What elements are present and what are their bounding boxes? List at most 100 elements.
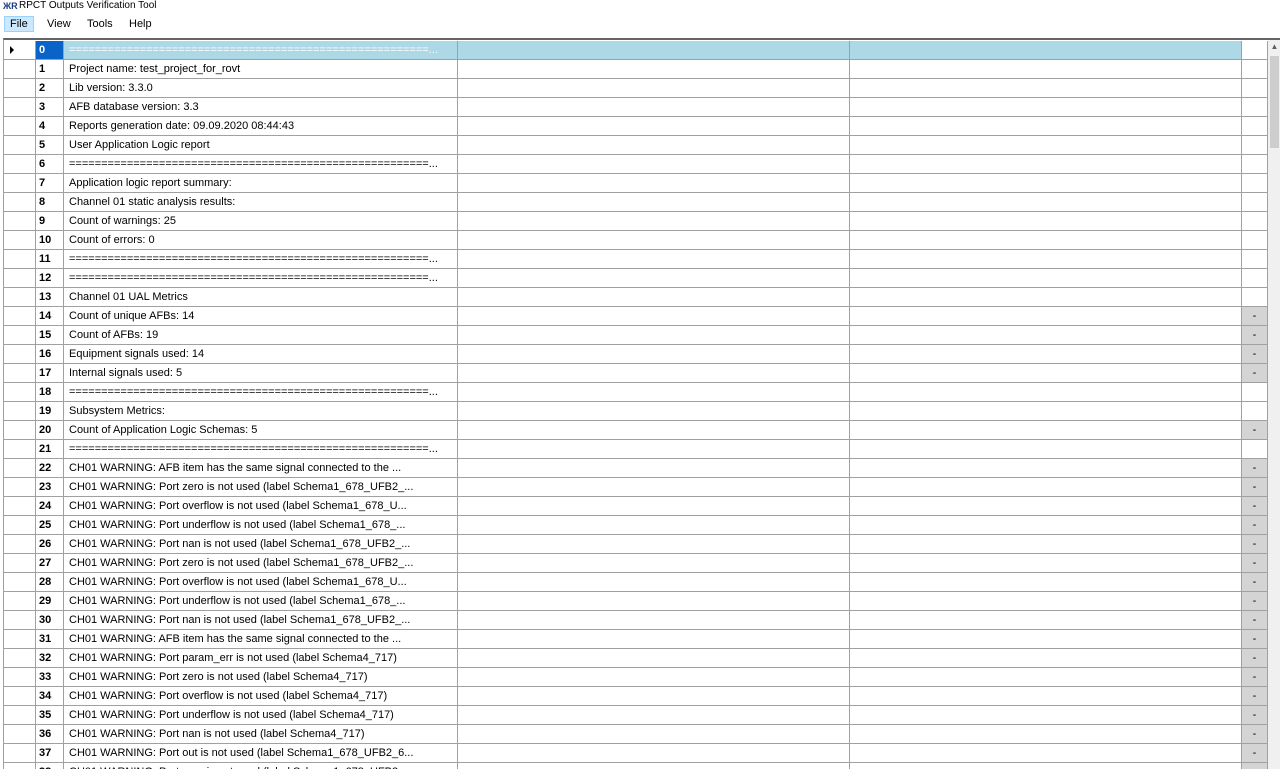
table-row[interactable]: 2 Lib version: 3.3.0: [4, 79, 1268, 98]
row-empty-cell[interactable]: [850, 307, 1242, 325]
row-empty-cell[interactable]: [458, 763, 850, 769]
row-action-cell[interactable]: -: [1242, 763, 1268, 769]
row-action-cell[interactable]: -: [1242, 421, 1268, 439]
row-empty-cell[interactable]: [458, 478, 850, 496]
row-index-cell[interactable]: 13: [36, 288, 64, 306]
row-action-cell[interactable]: [1242, 41, 1268, 59]
row-empty-cell[interactable]: [458, 174, 850, 192]
row-text-cell[interactable]: CH01 WARNING: Port underflow is not used…: [64, 592, 458, 610]
row-empty-cell[interactable]: [850, 668, 1242, 686]
row-action-cell[interactable]: -: [1242, 573, 1268, 591]
row-text-cell[interactable]: Count of AFBs: 19: [64, 326, 458, 344]
menu-file[interactable]: File: [4, 16, 34, 32]
table-row[interactable]: 19 Subsystem Metrics:: [4, 402, 1268, 421]
row-empty-cell[interactable]: [850, 364, 1242, 382]
table-row[interactable]: 27 CH01 WARNING: Port zero is not used (l…: [4, 554, 1268, 573]
table-row[interactable]: 3 AFB database version: 3.3: [4, 98, 1268, 117]
row-text-cell[interactable]: CH01 WARNING: Port param_err is not used…: [64, 649, 458, 667]
row-empty-cell[interactable]: [850, 155, 1242, 173]
row-empty-cell[interactable]: [458, 554, 850, 572]
row-empty-cell[interactable]: [458, 155, 850, 173]
row-header[interactable]: [4, 687, 36, 705]
row-empty-cell[interactable]: [458, 535, 850, 553]
row-empty-cell[interactable]: [850, 193, 1242, 211]
row-header[interactable]: [4, 611, 36, 629]
row-index-cell[interactable]: 4: [36, 117, 64, 135]
row-index-cell[interactable]: 8: [36, 193, 64, 211]
row-action-cell[interactable]: [1242, 269, 1268, 287]
row-action-cell[interactable]: -: [1242, 611, 1268, 629]
row-action-cell[interactable]: [1242, 79, 1268, 97]
row-empty-cell[interactable]: [850, 212, 1242, 230]
row-text-cell[interactable]: Subsystem Metrics:: [64, 402, 458, 420]
row-text-cell[interactable]: CH01 WARNING: Port zero is not used (lab…: [64, 554, 458, 572]
row-empty-cell[interactable]: [458, 516, 850, 534]
row-action-cell[interactable]: [1242, 193, 1268, 211]
row-header[interactable]: [4, 706, 36, 724]
row-action-cell[interactable]: -: [1242, 345, 1268, 363]
row-header[interactable]: [4, 174, 36, 192]
row-empty-cell[interactable]: [458, 592, 850, 610]
row-index-cell[interactable]: 25: [36, 516, 64, 534]
row-header[interactable]: [4, 250, 36, 268]
row-empty-cell[interactable]: [850, 383, 1242, 401]
row-action-cell[interactable]: [1242, 98, 1268, 116]
row-empty-cell[interactable]: [458, 326, 850, 344]
row-empty-cell[interactable]: [458, 117, 850, 135]
row-header[interactable]: [4, 763, 36, 769]
row-action-cell[interactable]: -: [1242, 706, 1268, 724]
row-empty-cell[interactable]: [458, 307, 850, 325]
row-action-cell[interactable]: [1242, 174, 1268, 192]
row-empty-cell[interactable]: [458, 687, 850, 705]
row-text-cell[interactable]: CH01 WARNING: Port underflow is not used…: [64, 706, 458, 724]
row-text-cell[interactable]: CH01 WARNING: Port overflow is not used …: [64, 687, 458, 705]
row-empty-cell[interactable]: [458, 136, 850, 154]
row-action-cell[interactable]: -: [1242, 459, 1268, 477]
row-header[interactable]: [4, 630, 36, 648]
row-header[interactable]: [4, 60, 36, 78]
row-index-cell[interactable]: 24: [36, 497, 64, 515]
table-row[interactable]: 14 Count of unique AFBs: 14 -: [4, 307, 1268, 326]
table-row[interactable]: 20 Count of Application Logic Schemas: 5 -: [4, 421, 1268, 440]
row-empty-cell[interactable]: [458, 79, 850, 97]
row-empty-cell[interactable]: [850, 345, 1242, 363]
row-text-cell[interactable]: Application logic report summary:: [64, 174, 458, 192]
vertical-scrollbar[interactable]: ▲: [1268, 40, 1280, 769]
row-text-cell[interactable]: CH01 WARNING: AFB item has the same sign…: [64, 630, 458, 648]
table-row[interactable]: 32 CH01 WARNING: Port param_err is not us…: [4, 649, 1268, 668]
table-row[interactable]: 0 =======================================…: [4, 41, 1268, 60]
row-header[interactable]: [4, 98, 36, 116]
row-empty-cell[interactable]: [850, 79, 1242, 97]
row-empty-cell[interactable]: [458, 345, 850, 363]
row-empty-cell[interactable]: [850, 402, 1242, 420]
row-empty-cell[interactable]: [458, 744, 850, 762]
table-row[interactable]: 24 CH01 WARNING: Port overflow is not use…: [4, 497, 1268, 516]
row-empty-cell[interactable]: [458, 364, 850, 382]
row-index-cell[interactable]: 3: [36, 98, 64, 116]
row-header[interactable]: [4, 307, 36, 325]
row-index-cell[interactable]: 16: [36, 345, 64, 363]
row-header[interactable]: [4, 136, 36, 154]
table-row[interactable]: 28 CH01 WARNING: Port overflow is not use…: [4, 573, 1268, 592]
row-empty-cell[interactable]: [458, 611, 850, 629]
row-text-cell[interactable]: Channel 01 UAL Metrics: [64, 288, 458, 306]
row-empty-cell[interactable]: [850, 497, 1242, 515]
row-action-cell[interactable]: -: [1242, 516, 1268, 534]
row-empty-cell[interactable]: [850, 60, 1242, 78]
row-text-cell[interactable]: ========================================…: [64, 41, 458, 59]
row-empty-cell[interactable]: [850, 231, 1242, 249]
table-row[interactable]: 17 Internal signals used: 5 -: [4, 364, 1268, 383]
row-action-cell[interactable]: -: [1242, 535, 1268, 553]
row-header[interactable]: [4, 79, 36, 97]
row-empty-cell[interactable]: [850, 117, 1242, 135]
table-row[interactable]: 21 ======================================…: [4, 440, 1268, 459]
table-row[interactable]: 15 Count of AFBs: 19 -: [4, 326, 1268, 345]
row-header[interactable]: [4, 554, 36, 572]
row-index-cell[interactable]: 30: [36, 611, 64, 629]
table-row[interactable]: 4 Reports generation date: 09.09.2020 08:…: [4, 117, 1268, 136]
row-text-cell[interactable]: Equipment signals used: 14: [64, 345, 458, 363]
row-text-cell[interactable]: CH01 WARNING: Port underflow is not used…: [64, 516, 458, 534]
table-row[interactable]: 8 Channel 01 static analysis results:: [4, 193, 1268, 212]
row-header[interactable]: [4, 535, 36, 553]
row-action-cell[interactable]: [1242, 136, 1268, 154]
